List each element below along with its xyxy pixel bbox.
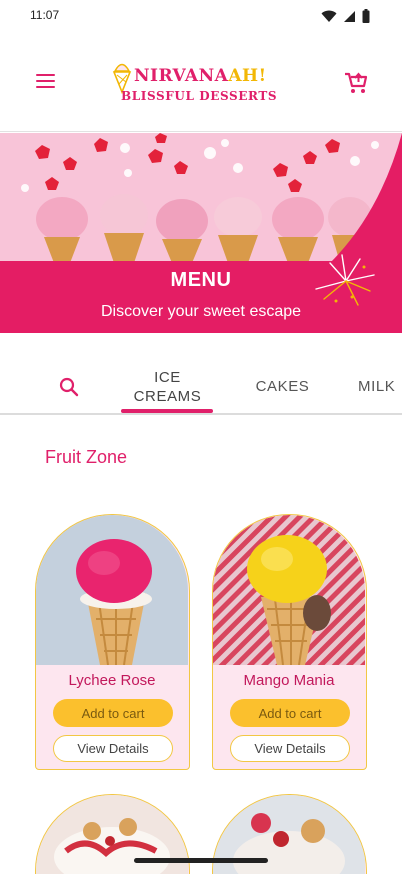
wifi-icon [321, 10, 337, 22]
add-to-cart-button[interactable]: Add to cart [230, 699, 350, 727]
tab-cakes[interactable]: CAKES [250, 378, 315, 395]
status-bar: 11:07 [0, 0, 402, 32]
tab-ice-creams[interactable]: ICE CREAMS [120, 368, 215, 406]
brand-tagline: BLISSFUL DESSERTS [121, 89, 278, 103]
app-header: NIRVANAAH! BLISSFUL DESSERTS [0, 32, 402, 132]
tab-milk[interactable]: MILK [358, 378, 402, 395]
product-name: Mango Mania [243, 672, 335, 689]
sparkle-icon [315, 254, 375, 306]
category-tabs: ICE CREAMS CAKES MILK [0, 360, 402, 415]
section-title: Fruit Zone [45, 447, 128, 467]
add-to-cart-button[interactable]: Add to cart [53, 699, 173, 727]
cart-icon [345, 72, 368, 93]
menu-hero-banner: MENU Discover your sweet escape [0, 133, 402, 333]
product-card[interactable]: Mango Mania Add to cart View Details [212, 514, 367, 770]
product-card[interactable]: Lychee Rose Add to cart View Details [35, 514, 190, 770]
battery-icon [362, 9, 370, 23]
status-time: 11:07 [30, 8, 60, 22]
active-tab-indicator [121, 409, 213, 413]
menu-icon [36, 74, 58, 88]
menu-button[interactable] [36, 74, 58, 92]
signal-icon [344, 10, 355, 22]
mango-mania-image [213, 515, 365, 665]
ice-cream-banner-image [0, 133, 402, 263]
search-icon [59, 377, 79, 397]
home-indicator[interactable] [134, 858, 268, 863]
view-details-button[interactable]: View Details [230, 735, 350, 762]
cart-button[interactable] [343, 70, 369, 96]
product-name: Lychee Rose [68, 672, 156, 689]
brand-logo[interactable]: NIRVANAAH! BLISSFUL DESSERTS [112, 60, 284, 106]
lychee-rose-image [36, 515, 188, 665]
brand-name: NIRVANAAH! [134, 66, 267, 86]
status-icons [321, 9, 370, 23]
view-details-button[interactable]: View Details [53, 735, 173, 762]
search-button[interactable] [58, 376, 80, 398]
